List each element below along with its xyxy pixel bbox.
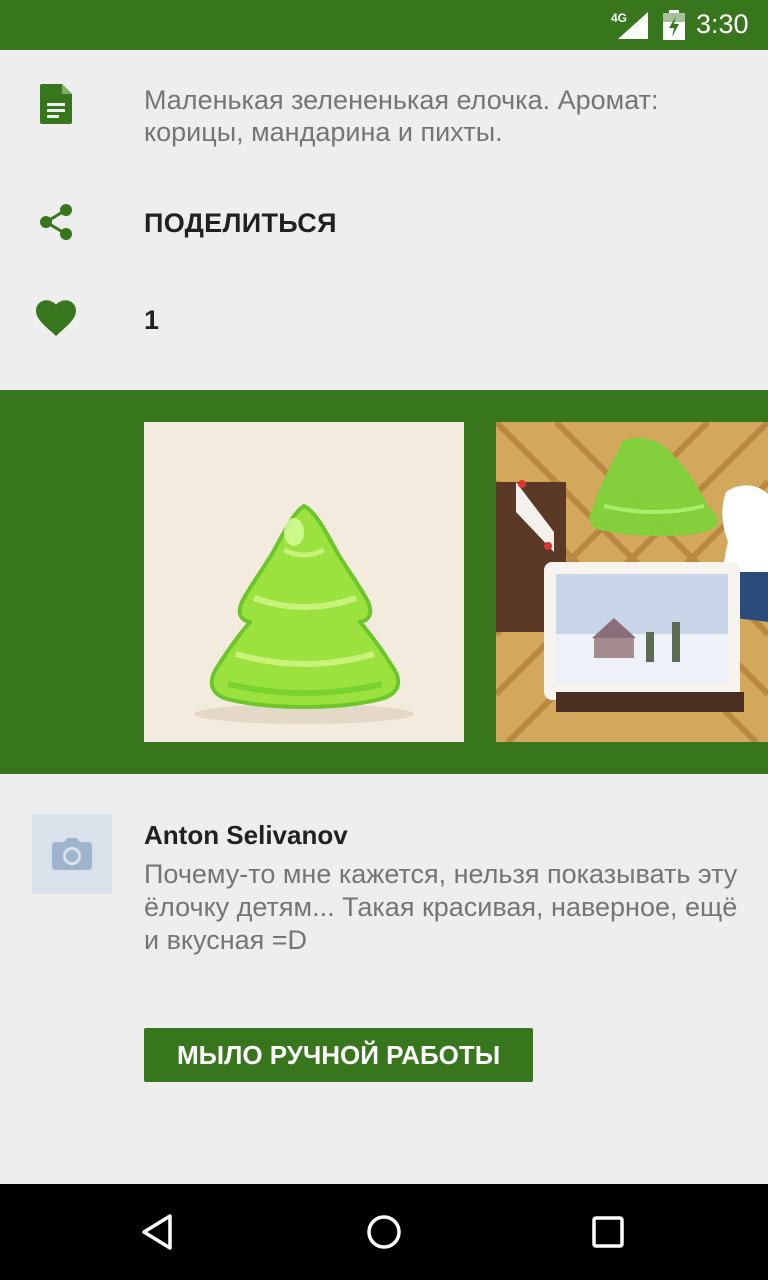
status-bar: 4G 3:30 [0,0,768,50]
navigation-bar [0,1184,768,1280]
comment-text: Почему-то мне кажется, нельзя показывать… [144,859,738,955]
back-icon[interactable] [136,1208,184,1256]
heart-icon [34,297,78,341]
document-icon [34,82,78,126]
like-button[interactable]: 1 [0,295,768,345]
clock: 3:30 [696,9,749,39]
share-button[interactable]: ПОДЕЛИТЬСЯ [0,198,768,248]
comment: Anton Selivanov Почему-то мне кажется, н… [0,814,768,974]
share-icon [34,200,78,244]
recent-apps-icon[interactable] [584,1208,632,1256]
green-tree-soap-photo[interactable] [144,422,464,742]
home-icon[interactable] [360,1208,408,1256]
photo-gallery[interactable] [0,390,768,774]
description-row: Маленькая зелененькая елочка. Аромат: ко… [0,82,768,172]
tag-button[interactable]: МЫЛО РУЧНОЙ РАБОТЫ [144,1028,534,1082]
description-text: Маленькая зелененькая елочка. Аромат: ко… [144,85,659,147]
share-label: ПОДЕЛИТЬСЯ [144,208,337,238]
soap-assortment-photo[interactable] [496,422,768,742]
avatar[interactable] [32,814,112,894]
like-count: 1 [144,305,160,335]
battery-icon [663,10,685,40]
signal-icon [618,12,648,39]
camera-icon [52,838,92,870]
comment-author[interactable]: Anton Selivanov [144,820,348,851]
